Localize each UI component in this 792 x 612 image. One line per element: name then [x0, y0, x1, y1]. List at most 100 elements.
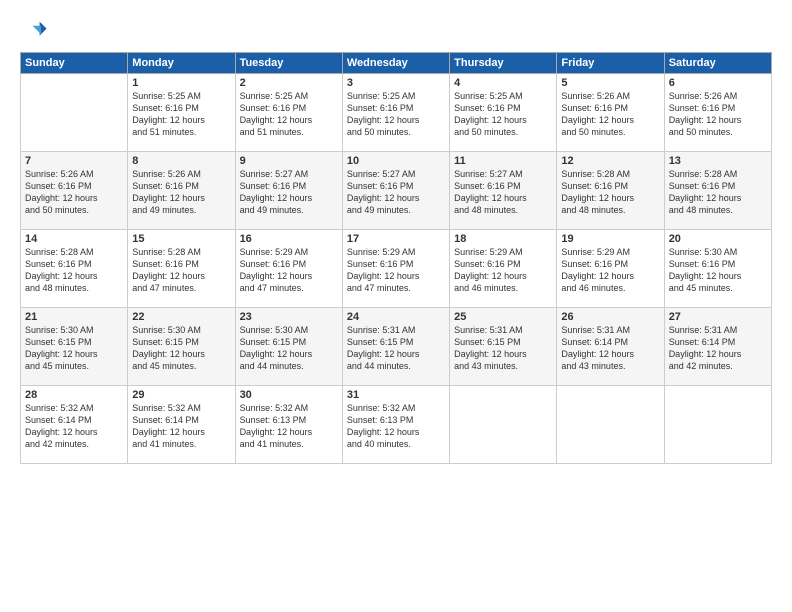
day-number: 23 — [240, 311, 338, 323]
day-number: 8 — [132, 155, 230, 167]
day-cell: 7Sunrise: 5:26 AM Sunset: 6:16 PM Daylig… — [21, 152, 128, 230]
day-info: Sunrise: 5:29 AM Sunset: 6:16 PM Dayligh… — [240, 246, 338, 295]
day-info: Sunrise: 5:31 AM Sunset: 6:15 PM Dayligh… — [454, 324, 552, 373]
day-cell: 30Sunrise: 5:32 AM Sunset: 6:13 PM Dayli… — [235, 386, 342, 464]
week-row-2: 14Sunrise: 5:28 AM Sunset: 6:16 PM Dayli… — [21, 230, 772, 308]
day-number: 6 — [669, 77, 767, 89]
day-info: Sunrise: 5:28 AM Sunset: 6:16 PM Dayligh… — [132, 246, 230, 295]
col-header-saturday: Saturday — [664, 53, 771, 74]
col-header-thursday: Thursday — [450, 53, 557, 74]
day-cell: 6Sunrise: 5:26 AM Sunset: 6:16 PM Daylig… — [664, 74, 771, 152]
day-cell: 12Sunrise: 5:28 AM Sunset: 6:16 PM Dayli… — [557, 152, 664, 230]
day-number: 11 — [454, 155, 552, 167]
day-number: 7 — [25, 155, 123, 167]
day-cell: 15Sunrise: 5:28 AM Sunset: 6:16 PM Dayli… — [128, 230, 235, 308]
calendar-table: SundayMondayTuesdayWednesdayThursdayFrid… — [20, 52, 772, 464]
week-row-3: 21Sunrise: 5:30 AM Sunset: 6:15 PM Dayli… — [21, 308, 772, 386]
week-row-1: 7Sunrise: 5:26 AM Sunset: 6:16 PM Daylig… — [21, 152, 772, 230]
day-number: 22 — [132, 311, 230, 323]
day-number: 19 — [561, 233, 659, 245]
day-info: Sunrise: 5:29 AM Sunset: 6:16 PM Dayligh… — [454, 246, 552, 295]
day-cell: 27Sunrise: 5:31 AM Sunset: 6:14 PM Dayli… — [664, 308, 771, 386]
day-info: Sunrise: 5:30 AM Sunset: 6:15 PM Dayligh… — [132, 324, 230, 373]
day-cell: 24Sunrise: 5:31 AM Sunset: 6:15 PM Dayli… — [342, 308, 449, 386]
day-info: Sunrise: 5:30 AM Sunset: 6:15 PM Dayligh… — [25, 324, 123, 373]
day-number: 31 — [347, 389, 445, 401]
day-number: 14 — [25, 233, 123, 245]
day-cell: 5Sunrise: 5:26 AM Sunset: 6:16 PM Daylig… — [557, 74, 664, 152]
day-info: Sunrise: 5:29 AM Sunset: 6:16 PM Dayligh… — [347, 246, 445, 295]
day-info: Sunrise: 5:31 AM Sunset: 6:14 PM Dayligh… — [561, 324, 659, 373]
day-info: Sunrise: 5:28 AM Sunset: 6:16 PM Dayligh… — [669, 168, 767, 217]
day-number: 3 — [347, 77, 445, 89]
logo — [20, 16, 52, 44]
day-number: 10 — [347, 155, 445, 167]
col-header-tuesday: Tuesday — [235, 53, 342, 74]
day-info: Sunrise: 5:30 AM Sunset: 6:15 PM Dayligh… — [240, 324, 338, 373]
day-number: 15 — [132, 233, 230, 245]
col-header-monday: Monday — [128, 53, 235, 74]
day-cell: 21Sunrise: 5:30 AM Sunset: 6:15 PM Dayli… — [21, 308, 128, 386]
day-cell: 18Sunrise: 5:29 AM Sunset: 6:16 PM Dayli… — [450, 230, 557, 308]
day-number: 13 — [669, 155, 767, 167]
day-info: Sunrise: 5:30 AM Sunset: 6:16 PM Dayligh… — [669, 246, 767, 295]
day-cell — [557, 386, 664, 464]
day-cell: 17Sunrise: 5:29 AM Sunset: 6:16 PM Dayli… — [342, 230, 449, 308]
day-cell: 9Sunrise: 5:27 AM Sunset: 6:16 PM Daylig… — [235, 152, 342, 230]
day-cell: 29Sunrise: 5:32 AM Sunset: 6:14 PM Dayli… — [128, 386, 235, 464]
day-cell: 13Sunrise: 5:28 AM Sunset: 6:16 PM Dayli… — [664, 152, 771, 230]
day-number: 9 — [240, 155, 338, 167]
day-cell: 25Sunrise: 5:31 AM Sunset: 6:15 PM Dayli… — [450, 308, 557, 386]
day-info: Sunrise: 5:31 AM Sunset: 6:14 PM Dayligh… — [669, 324, 767, 373]
day-cell: 23Sunrise: 5:30 AM Sunset: 6:15 PM Dayli… — [235, 308, 342, 386]
day-info: Sunrise: 5:27 AM Sunset: 6:16 PM Dayligh… — [347, 168, 445, 217]
day-cell — [21, 74, 128, 152]
day-info: Sunrise: 5:25 AM Sunset: 6:16 PM Dayligh… — [240, 90, 338, 139]
day-number: 16 — [240, 233, 338, 245]
day-info: Sunrise: 5:28 AM Sunset: 6:16 PM Dayligh… — [561, 168, 659, 217]
day-info: Sunrise: 5:32 AM Sunset: 6:13 PM Dayligh… — [240, 402, 338, 451]
day-info: Sunrise: 5:25 AM Sunset: 6:16 PM Dayligh… — [454, 90, 552, 139]
day-number: 18 — [454, 233, 552, 245]
day-number: 28 — [25, 389, 123, 401]
day-number: 20 — [669, 233, 767, 245]
day-info: Sunrise: 5:27 AM Sunset: 6:16 PM Dayligh… — [240, 168, 338, 217]
day-cell: 8Sunrise: 5:26 AM Sunset: 6:16 PM Daylig… — [128, 152, 235, 230]
day-cell: 10Sunrise: 5:27 AM Sunset: 6:16 PM Dayli… — [342, 152, 449, 230]
day-cell — [450, 386, 557, 464]
header-row: SundayMondayTuesdayWednesdayThursdayFrid… — [21, 53, 772, 74]
day-info: Sunrise: 5:28 AM Sunset: 6:16 PM Dayligh… — [25, 246, 123, 295]
day-info: Sunrise: 5:25 AM Sunset: 6:16 PM Dayligh… — [132, 90, 230, 139]
col-header-wednesday: Wednesday — [342, 53, 449, 74]
day-number: 17 — [347, 233, 445, 245]
day-cell: 22Sunrise: 5:30 AM Sunset: 6:15 PM Dayli… — [128, 308, 235, 386]
week-row-0: 1Sunrise: 5:25 AM Sunset: 6:16 PM Daylig… — [21, 74, 772, 152]
day-info: Sunrise: 5:26 AM Sunset: 6:16 PM Dayligh… — [132, 168, 230, 217]
day-cell: 31Sunrise: 5:32 AM Sunset: 6:13 PM Dayli… — [342, 386, 449, 464]
day-info: Sunrise: 5:26 AM Sunset: 6:16 PM Dayligh… — [669, 90, 767, 139]
day-info: Sunrise: 5:26 AM Sunset: 6:16 PM Dayligh… — [25, 168, 123, 217]
day-cell: 28Sunrise: 5:32 AM Sunset: 6:14 PM Dayli… — [21, 386, 128, 464]
day-number: 27 — [669, 311, 767, 323]
page: SundayMondayTuesdayWednesdayThursdayFrid… — [0, 0, 792, 612]
week-row-4: 28Sunrise: 5:32 AM Sunset: 6:14 PM Dayli… — [21, 386, 772, 464]
day-cell: 4Sunrise: 5:25 AM Sunset: 6:16 PM Daylig… — [450, 74, 557, 152]
day-info: Sunrise: 5:32 AM Sunset: 6:14 PM Dayligh… — [25, 402, 123, 451]
day-number: 4 — [454, 77, 552, 89]
logo-icon — [20, 16, 48, 44]
day-cell: 2Sunrise: 5:25 AM Sunset: 6:16 PM Daylig… — [235, 74, 342, 152]
day-number: 5 — [561, 77, 659, 89]
header — [20, 16, 772, 44]
day-number: 21 — [25, 311, 123, 323]
day-cell: 16Sunrise: 5:29 AM Sunset: 6:16 PM Dayli… — [235, 230, 342, 308]
day-number: 29 — [132, 389, 230, 401]
day-number: 2 — [240, 77, 338, 89]
day-info: Sunrise: 5:29 AM Sunset: 6:16 PM Dayligh… — [561, 246, 659, 295]
day-cell: 20Sunrise: 5:30 AM Sunset: 6:16 PM Dayli… — [664, 230, 771, 308]
day-cell — [664, 386, 771, 464]
col-header-sunday: Sunday — [21, 53, 128, 74]
day-number: 26 — [561, 311, 659, 323]
day-number: 12 — [561, 155, 659, 167]
day-number: 30 — [240, 389, 338, 401]
day-cell: 3Sunrise: 5:25 AM Sunset: 6:16 PM Daylig… — [342, 74, 449, 152]
